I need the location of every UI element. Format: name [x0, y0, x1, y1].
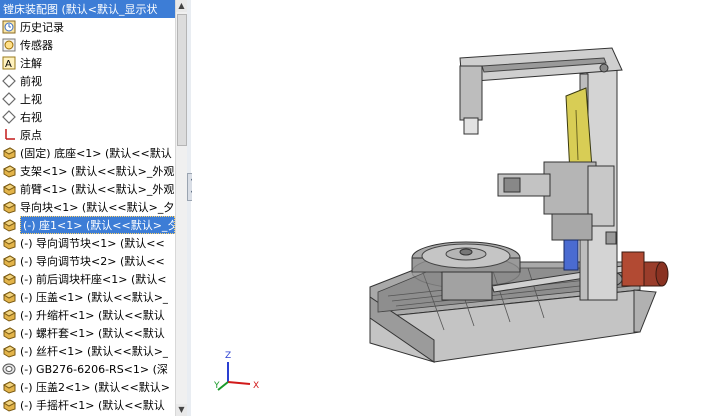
tree-item-label: 前臂<1> (默认<<默认>_外观: [20, 183, 175, 196]
tree-item[interactable]: (-) 压盖<1> (默认<<默认>_: [0, 288, 175, 306]
part-icon: [1, 145, 17, 161]
svg-text:A: A: [5, 59, 12, 70]
assembly-root-item[interactable]: 镗床装配图 (默认<默认_显示状: [0, 0, 175, 18]
annotation-icon: A: [1, 55, 17, 71]
part-icon: [1, 325, 17, 341]
graphics-viewport[interactable]: Z X Y: [192, 0, 706, 416]
tree-item[interactable]: 前臂<1> (默认<<默认>_外观: [0, 180, 175, 198]
panel-splitter[interactable]: [187, 0, 191, 416]
tree-item-label: (-) 压盖2<1> (默认<<默认>: [20, 381, 170, 394]
tree-item[interactable]: 传感器: [0, 36, 175, 54]
part-icon: [1, 253, 17, 269]
tree-item-label: (-) 压盖<1> (默认<<默认>_: [20, 291, 169, 304]
part-icon: [1, 199, 17, 215]
tree-item-label: (-) 导向调节块<2> (默认<<: [20, 255, 165, 268]
feature-manager-tree: 镗床装配图 (默认<默认_显示状 历史记录传感器 A 注解前视上视右视原点 (固定) …: [0, 0, 176, 416]
part-icon: [1, 181, 17, 197]
tree-item-label: (-) 座1<1> (默认<<默认>_夕: [20, 216, 175, 234]
triad-x-label: X: [253, 381, 259, 391]
history-icon: [1, 19, 17, 35]
plane-icon: [1, 73, 17, 89]
tree-item[interactable]: 前视: [0, 72, 175, 90]
part-icon: [1, 235, 17, 251]
part-icon: [1, 217, 17, 233]
part-icon: [1, 289, 17, 305]
sensor-icon: [1, 37, 17, 53]
tree-item[interactable]: (-) 导向调节块<2> (默认<<: [0, 252, 175, 270]
tree-item[interactable]: 导向块<1> (默认<<默认>_夕: [0, 198, 175, 216]
part-icon: [1, 307, 17, 323]
tree-item-label: 原点: [20, 129, 42, 142]
part-icon: [1, 379, 17, 395]
scroll-thumb[interactable]: [177, 14, 187, 146]
tree-item-label: (固定) 底座<1> (默认<<默认: [20, 147, 172, 160]
tree-item[interactable]: (-) 导向调节块<1> (默认<<: [0, 234, 175, 252]
tree-item-label: (-) 手摇杆<1> (默认<<默认: [20, 399, 165, 412]
tree-item-label: 注解: [20, 57, 42, 70]
tree-item[interactable]: (-) 螺杆套<1> (默认<<默认: [0, 324, 175, 342]
part-icon: [1, 397, 17, 413]
tree-item[interactable]: (-) GB276-6206-RS<1> (深: [0, 360, 175, 378]
scroll-down-icon[interactable]: ▼: [176, 404, 187, 416]
triad-y-label: Y: [213, 381, 220, 391]
bearing-icon: [1, 361, 17, 377]
assembly-root-label: 镗床装配图 (默认<默认_显示状: [3, 3, 158, 16]
part-icon: [1, 163, 17, 179]
tree-item[interactable]: 原点: [0, 126, 175, 144]
tree-item[interactable]: (固定) 底座<1> (默认<<默认: [0, 144, 175, 162]
origin-icon: [1, 127, 17, 143]
tree-item-label: (-) GB276-6206-RS<1> (深: [20, 363, 168, 376]
axis-triad: Z X Y: [213, 351, 259, 391]
tree-item-label: (-) 升缩杆<1> (默认<<默认: [20, 309, 165, 322]
tree-item-label: 支架<1> (默认<<默认>_外观: [20, 165, 175, 178]
tree-item[interactable]: (-) 前后调块杆座<1> (默认<: [0, 270, 175, 288]
tree-item-label: 右视: [20, 111, 42, 124]
part-icon: [1, 343, 17, 359]
tree-item-label: 历史记录: [20, 21, 64, 34]
model-canvas[interactable]: Z X Y: [192, 0, 706, 416]
tree-item[interactable]: 支架<1> (默认<<默认>_外观: [0, 162, 175, 180]
tree-item-label: 传感器: [20, 39, 53, 52]
tree-item-label: (-) 前后调块杆座<1> (默认<: [20, 273, 167, 286]
tree-item-label: 上视: [20, 93, 42, 106]
tree-item-label: 导向块<1> (默认<<默认>_夕: [20, 201, 175, 214]
triad-z-label: Z: [225, 351, 231, 361]
tree-item[interactable]: 上视: [0, 90, 175, 108]
tree-item[interactable]: 右视: [0, 108, 175, 126]
part-icon: [1, 271, 17, 287]
tree-item[interactable]: (-) 升缩杆<1> (默认<<默认: [0, 306, 175, 324]
tree-item-label: (-) 导向调节块<1> (默认<<: [20, 237, 165, 250]
plane-icon: [1, 109, 17, 125]
tree-item[interactable]: 历史记录: [0, 18, 175, 36]
scroll-up-icon[interactable]: ▲: [176, 0, 187, 12]
plane-icon: [1, 91, 17, 107]
tree-item-label: 前视: [20, 75, 42, 88]
tree-item[interactable]: A 注解: [0, 54, 175, 72]
tree-item-label: (-) 螺杆套<1> (默认<<默认: [20, 327, 165, 340]
tree-item[interactable]: (-) 压盖2<1> (默认<<默认>: [0, 378, 175, 396]
tree-item[interactable]: (-) 丝杆<1> (默认<<默认>_: [0, 342, 175, 360]
tree-item-selected[interactable]: (-) 座1<1> (默认<<默认>_夕: [0, 216, 175, 234]
tree-item[interactable]: (-) 手摇杆<1> (默认<<默认: [0, 396, 175, 414]
tree-item-label: (-) 丝杆<1> (默认<<默认>_: [20, 345, 169, 358]
